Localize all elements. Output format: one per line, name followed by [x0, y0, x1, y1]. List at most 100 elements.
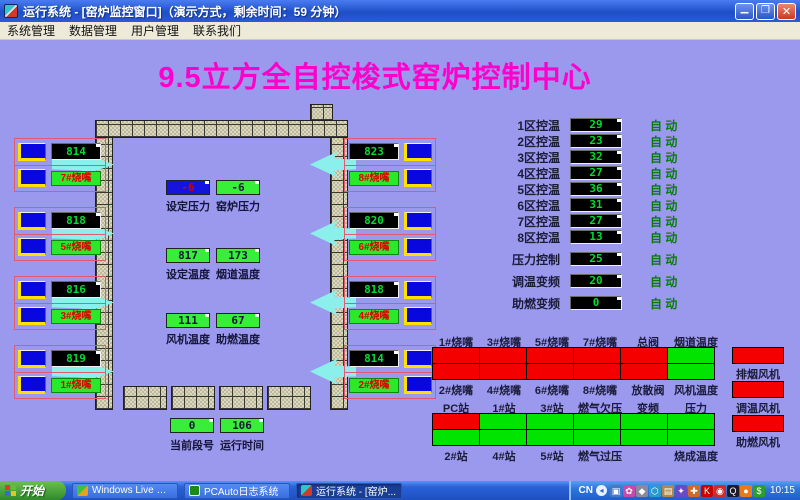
star-icon[interactable]: ✦ [675, 485, 687, 497]
auto-mode-button[interactable]: 自 动 [650, 273, 677, 290]
control-row: 2区控温23自 动 [488, 134, 700, 148]
status-cell[interactable] [573, 363, 621, 380]
title-bar[interactable]: 运行系统 - [窑炉监控窗口]（演示方式，剩余时间：59 分钟） [0, 0, 800, 22]
penguin-icon[interactable]: Q [727, 485, 739, 497]
status-grid-burners: 1#烧嘴 3#烧嘴 5#烧嘴 7#烧嘴 总阀 烟道温度 [432, 334, 720, 395]
control-row: 8区控温13自 动 [488, 230, 700, 244]
set-pressure-label: 设定压力 [162, 198, 214, 214]
burner-name-button[interactable]: 8#烧嘴 [349, 171, 399, 186]
status-label: 2#烧嘴 [432, 382, 480, 395]
control-value-display: 25 [570, 252, 622, 266]
status-cell[interactable] [432, 429, 480, 446]
control-row: 3区控温32自 动 [488, 150, 700, 164]
auto-mode-button[interactable]: 自 动 [650, 251, 677, 268]
status-cell[interactable] [573, 429, 621, 446]
auto-mode-button[interactable]: 自 动 [650, 117, 677, 134]
auto-mode-button[interactable]: 自 动 [650, 133, 677, 150]
auto-mode-button[interactable]: 自 动 [650, 213, 677, 230]
burner-module-2: 814 2#烧嘴 [344, 345, 436, 399]
status-cell[interactable] [526, 413, 574, 430]
status-label: 风机温度 [672, 382, 720, 395]
status-cell[interactable] [432, 413, 480, 430]
burner-name-button[interactable]: 6#烧嘴 [349, 240, 399, 255]
start-button[interactable]: 开始 [0, 481, 66, 500]
status-cell[interactable] [432, 363, 480, 380]
menu-bar: 系统管理 数据管理 用户管理 联系我们 [0, 22, 800, 40]
set-pressure-display: -6 [166, 180, 210, 195]
burner-temp-display: 818 [51, 212, 101, 229]
language-indicator[interactable]: CN [579, 485, 593, 496]
color-wheel-icon[interactable]: ✿ [623, 485, 635, 497]
burner-name-button[interactable]: 2#烧嘴 [349, 378, 399, 393]
auto-mode-button[interactable]: 自 动 [650, 197, 677, 214]
status-label: 6#烧嘴 [528, 382, 576, 395]
status-cell[interactable] [667, 347, 715, 364]
network-icon[interactable]: ⬡ [649, 485, 661, 497]
fan-status-box[interactable] [732, 415, 784, 432]
task-button-runtime-system[interactable]: 运行系统 - [窑炉... [296, 483, 402, 499]
auto-mode-button[interactable]: 自 动 [650, 181, 677, 198]
status-cell[interactable] [573, 413, 621, 430]
indicator-lamp [18, 350, 46, 368]
control-row: 6区控温31自 动 [488, 198, 700, 212]
status-cell[interactable] [479, 429, 527, 446]
task-button-pcauto-log[interactable]: PCAuto日志系统 [184, 483, 290, 499]
display-icon[interactable]: ▣ [610, 485, 622, 497]
status-label: 5#烧嘴 [528, 334, 576, 347]
plus-icon[interactable]: ✚ [688, 485, 700, 497]
control-value-display: 23 [570, 134, 622, 148]
fan-status-box[interactable] [732, 381, 784, 398]
burner-temp-display: 820 [349, 212, 399, 229]
status-cell[interactable] [479, 413, 527, 430]
status-cell[interactable] [526, 363, 574, 380]
burner-name-button[interactable]: 3#烧嘴 [51, 309, 101, 324]
fan-status-box[interactable] [732, 347, 784, 364]
burner-name-button[interactable]: 4#烧嘴 [349, 309, 399, 324]
status-cell[interactable] [667, 363, 715, 380]
menu-item-system-management[interactable]: 系统管理 [7, 22, 55, 39]
status-cell[interactable] [432, 347, 480, 364]
status-cell[interactable] [526, 347, 574, 364]
status-cell[interactable] [667, 429, 715, 446]
menu-item-user-management[interactable]: 用户管理 [131, 22, 179, 39]
status-cell[interactable] [479, 363, 527, 380]
auto-mode-button[interactable]: 自 动 [650, 149, 677, 166]
auto-mode-button[interactable]: 自 动 [650, 229, 677, 246]
control-row: 调温变频20自 动 [488, 274, 700, 288]
task-button-messenger[interactable]: Windows Live Mes... [72, 483, 178, 499]
control-value-display: 29 [570, 118, 622, 132]
diamond-icon[interactable]: ◆ [636, 485, 648, 497]
status-cell[interactable] [573, 347, 621, 364]
auto-mode-button[interactable]: 自 动 [650, 295, 677, 312]
tray-chevron-icon[interactable] [596, 485, 607, 496]
burner-module-6: 820 6#烧嘴 [344, 207, 436, 261]
status-label: 压力 [672, 400, 720, 413]
ball-icon[interactable]: ● [740, 485, 752, 497]
status-cell[interactable] [479, 347, 527, 364]
burner-name-button[interactable]: 1#烧嘴 [51, 378, 101, 393]
antivirus-icon[interactable]: K [701, 485, 713, 497]
burner-name-button[interactable]: 5#烧嘴 [51, 240, 101, 255]
menu-item-data-management[interactable]: 数据管理 [69, 22, 117, 39]
status-cell[interactable] [620, 347, 668, 364]
minimize-button[interactable] [735, 3, 754, 20]
flue-temp-label: 烟道温度 [212, 266, 264, 282]
folder-icon[interactable]: ▤ [662, 485, 674, 497]
menu-item-contact-us[interactable]: 联系我们 [193, 22, 241, 39]
status-label: 7#烧嘴 [576, 334, 624, 347]
status-cell[interactable] [620, 413, 668, 430]
status-cell[interactable] [526, 429, 574, 446]
burner-name-button[interactable]: 7#烧嘴 [51, 171, 101, 186]
restore-button[interactable] [756, 3, 775, 20]
run-time-display: 106 [220, 418, 264, 433]
status-cell[interactable] [620, 429, 668, 446]
shield-icon[interactable]: ◉ [714, 485, 726, 497]
control-label: 压力控制 [488, 251, 560, 268]
status-cell[interactable] [667, 413, 715, 430]
status-cell[interactable] [620, 363, 668, 380]
coin-icon[interactable]: $ [753, 485, 765, 497]
control-row: 1区控温29自 动 [488, 118, 700, 132]
status-label: 总阀 [624, 334, 672, 347]
close-button[interactable] [777, 3, 796, 20]
auto-mode-button[interactable]: 自 动 [650, 165, 677, 182]
